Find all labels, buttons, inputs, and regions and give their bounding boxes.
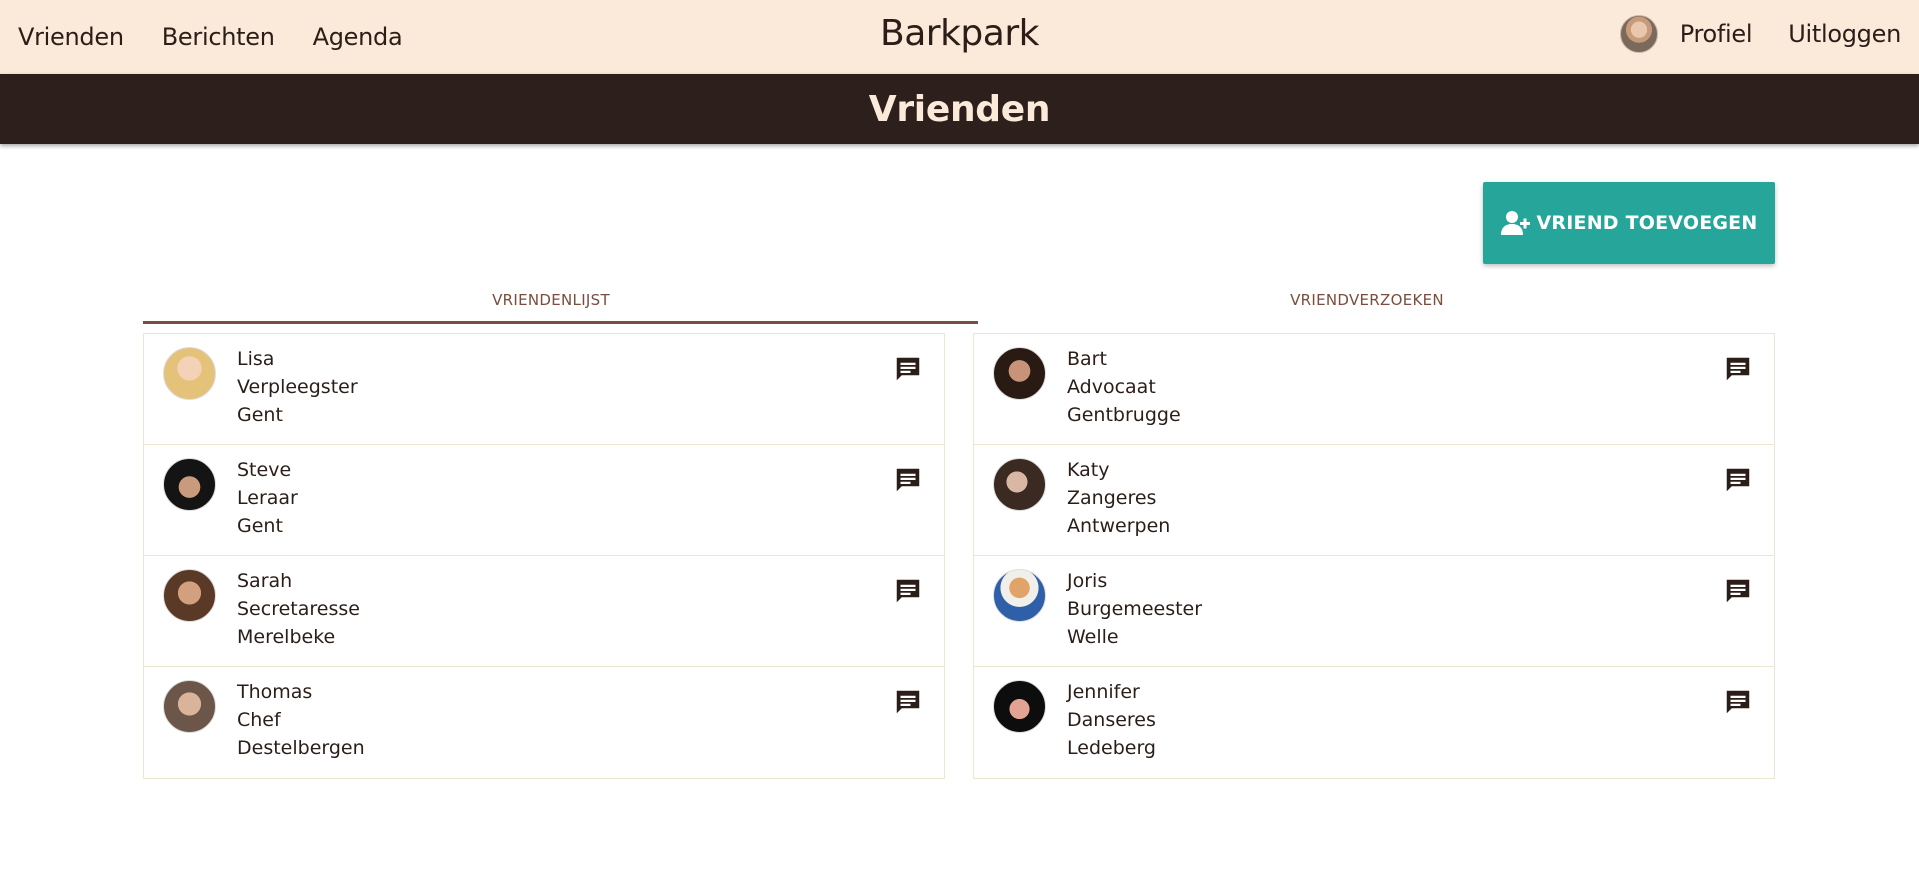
- chat-button[interactable]: [893, 687, 923, 717]
- chat-button[interactable]: [893, 354, 923, 384]
- friend-city: Ledeberg: [1067, 737, 1156, 759]
- add-friend-label: VRIEND TOEVOEGEN: [1536, 212, 1758, 234]
- chat-button[interactable]: [1723, 576, 1753, 606]
- friend-city: Gent: [237, 404, 283, 426]
- chat-button[interactable]: [893, 576, 923, 606]
- friend-avatar: [163, 680, 216, 733]
- friend-name: Lisa: [237, 348, 275, 370]
- nav-user-menu: Profiel Uitloggen: [1619, 0, 1901, 68]
- active-tab-indicator: [143, 321, 978, 324]
- friend-city: Gentbrugge: [1067, 404, 1181, 426]
- friend-name: Bart: [1067, 348, 1107, 370]
- nav-link-vrienden[interactable]: Vrienden: [18, 23, 124, 51]
- friend-item[interactable]: Steve Leraar Gent: [144, 445, 944, 556]
- page-header: Vrienden: [0, 74, 1919, 144]
- friend-avatar: [993, 347, 1046, 400]
- friend-item[interactable]: Sarah Secretaresse Merelbeke: [144, 556, 944, 667]
- friend-job: Secretaresse: [237, 598, 360, 620]
- nav-link-agenda[interactable]: Agenda: [313, 23, 403, 51]
- friend-name: Sarah: [237, 570, 293, 592]
- friend-city: Merelbeke: [237, 626, 336, 648]
- top-navbar: Vrienden Berichten Agenda Barkpark Profi…: [0, 0, 1919, 74]
- chat-icon: [1726, 579, 1750, 603]
- user-avatar: [1619, 15, 1658, 53]
- friend-name: Steve: [237, 459, 292, 481]
- chat-icon: [896, 468, 920, 492]
- friend-avatar: [163, 569, 216, 622]
- friend-avatar: [993, 680, 1046, 733]
- chat-icon: [896, 690, 920, 714]
- add-friend-button[interactable]: VRIEND TOEVOEGEN: [1483, 182, 1775, 264]
- friend-item[interactable]: Thomas Chef Destelbergen: [144, 667, 944, 778]
- friend-city: Gent: [237, 515, 283, 537]
- friend-avatar: [163, 347, 216, 400]
- person-add-icon: [1500, 211, 1530, 235]
- friend-avatar: [993, 458, 1046, 511]
- friend-avatar: [993, 569, 1046, 622]
- friend-list-left: Lisa Verpleegster Gent Steve Leraar Gent…: [143, 333, 945, 779]
- friend-avatar: [163, 458, 216, 511]
- chat-icon: [1726, 468, 1750, 492]
- friend-name: Jennifer: [1067, 681, 1140, 703]
- friend-city: Destelbergen: [237, 737, 365, 759]
- nav-links: Vrienden Berichten Agenda: [18, 0, 403, 74]
- friend-job: Zangeres: [1067, 487, 1157, 509]
- friend-list-right: Bart Advocaat Gentbrugge Katy Zangeres A…: [973, 333, 1775, 779]
- brand-logo-text[interactable]: Barkpark: [880, 13, 1039, 54]
- nav-profile-label: Profiel: [1679, 20, 1753, 48]
- chat-button[interactable]: [893, 465, 923, 495]
- friend-job: Verpleegster: [237, 376, 358, 398]
- nav-link-berichten[interactable]: Berichten: [162, 23, 275, 51]
- friend-city: Antwerpen: [1067, 515, 1171, 537]
- friend-job: Advocaat: [1067, 376, 1156, 398]
- chat-button[interactable]: [1723, 354, 1753, 384]
- friend-job: Leraar: [237, 487, 298, 509]
- chat-icon: [1726, 690, 1750, 714]
- friend-job: Burgemeester: [1067, 598, 1203, 620]
- friend-item[interactable]: Joris Burgemeester Welle: [974, 556, 1774, 667]
- nav-profile-link[interactable]: Profiel: [1619, 15, 1753, 53]
- friend-item[interactable]: Katy Zangeres Antwerpen: [974, 445, 1774, 556]
- friends-tabs: VRIENDENLIJST VRIENDVERZOEKEN: [143, 276, 1775, 324]
- chat-button[interactable]: [1723, 465, 1753, 495]
- friend-name: Katy: [1067, 459, 1110, 481]
- friend-name: Thomas: [237, 681, 313, 703]
- friend-item[interactable]: Jennifer Danseres Ledeberg: [974, 667, 1774, 778]
- friend-item[interactable]: Lisa Verpleegster Gent: [144, 334, 944, 445]
- friend-job: Chef: [237, 709, 281, 731]
- nav-logout-link[interactable]: Uitloggen: [1788, 20, 1901, 48]
- chat-button[interactable]: [1723, 687, 1753, 717]
- friend-name: Joris: [1067, 570, 1108, 592]
- chat-icon: [896, 579, 920, 603]
- tab-vriendverzoeken[interactable]: VRIENDVERZOEKEN: [959, 276, 1775, 324]
- chat-icon: [896, 357, 920, 381]
- friend-item[interactable]: Bart Advocaat Gentbrugge: [974, 334, 1774, 445]
- friend-job: Danseres: [1067, 709, 1156, 731]
- tab-vriendenlijst[interactable]: VRIENDENLIJST: [143, 276, 959, 324]
- chat-icon: [1726, 357, 1750, 381]
- page-title: Vrienden: [868, 88, 1051, 130]
- friend-city: Welle: [1067, 626, 1119, 648]
